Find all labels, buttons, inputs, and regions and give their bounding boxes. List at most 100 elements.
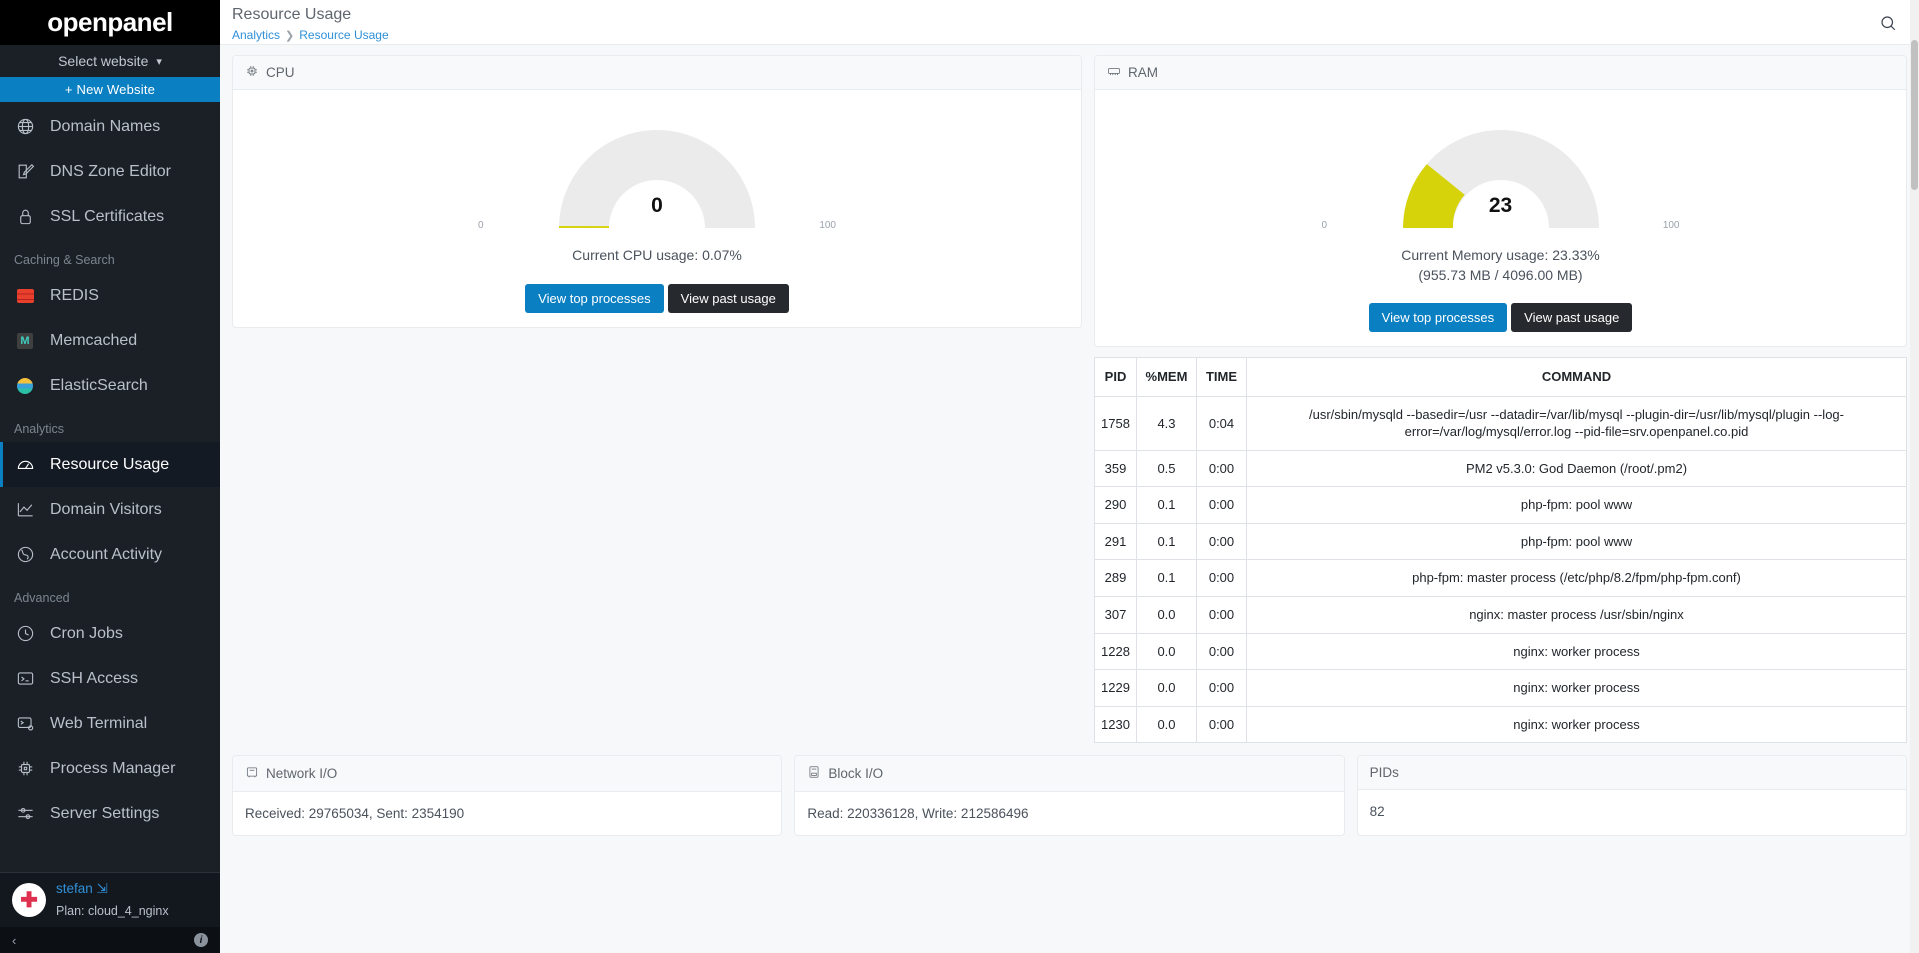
network-io-value: Received: 29765034, Sent: 2354190 (245, 806, 465, 822)
cell-mem: 0.1 (1136, 522, 1197, 561)
ram-column: RAM 23 0 100 Current Memory usage: 23.33… (1094, 55, 1907, 744)
elasticsearch-icon (14, 375, 36, 397)
cell-time: 0:00 (1196, 486, 1247, 524)
sidebar-item-cron-jobs[interactable]: Cron Jobs (0, 611, 220, 656)
ram-view-top-processes-button[interactable]: View top processes (1368, 303, 1508, 333)
table-row: 291 0.1 0:00 php-fpm: pool www (1094, 522, 1907, 561)
sidebar-item-label: Cron Jobs (50, 624, 123, 642)
hard-disk-icon (807, 765, 821, 782)
cpu-column: CPU 0 0 100 Current CPU usage: 0.07% Vie… (232, 55, 1082, 328)
table-row: 307 0.0 0:00 nginx: master process /usr/… (1094, 596, 1907, 634)
sidebar-item-label: Memcached (50, 331, 138, 349)
pids-header: PIDs (1357, 756, 1906, 791)
sidebar-item-ssh-access[interactable]: SSH Access (0, 656, 220, 701)
cpu-gauge-arc (559, 226, 609, 228)
topbar: Resource Usage Analytics ❯ Resource Usag… (220, 0, 1919, 45)
sidebar-item-domain-visitors[interactable]: Domain Visitors (0, 487, 220, 532)
page-title: Resource Usage (232, 6, 352, 23)
cell-pid: 359 (1094, 449, 1137, 488)
chevron-left-icon[interactable]: ‹ (12, 933, 16, 948)
process-table-card: PID %MEM TIME COMMAND 1758 4.3 0:04 /usr… (1094, 357, 1907, 744)
cpu-card-title: CPU (266, 65, 295, 80)
sidebar-item-account-activity[interactable]: Account Activity (0, 532, 220, 577)
user-meta: stefan ⇲ Plan: cloud_4_nginx (56, 878, 169, 921)
gauge-icon (14, 454, 36, 476)
website-selector[interactable]: Select website ▾ (0, 45, 220, 77)
sidebar-item-label: Web Terminal (50, 714, 148, 732)
sidebar-item-web-terminal[interactable]: Web Terminal (0, 701, 220, 746)
sidebar-item-process-manager[interactable]: Process Manager (0, 746, 220, 791)
cpu-card: CPU 0 0 100 Current CPU usage: 0.07% Vie… (232, 55, 1082, 328)
sidebar-item-label: Process Manager (50, 759, 176, 777)
table-header-row: PID %MEM TIME COMMAND (1094, 357, 1907, 397)
sidebar-item-domain-names[interactable]: Domain Names (0, 104, 220, 149)
cpu-view-top-processes-button[interactable]: View top processes (525, 283, 664, 313)
edit-square-icon (14, 161, 36, 183)
column-header-mem: %MEM (1136, 357, 1197, 397)
breadcrumb-analytics[interactable]: Analytics (232, 28, 280, 42)
user-panel[interactable]: ✚ stefan ⇲ Plan: cloud_4_nginx (0, 872, 220, 927)
block-io-value: Read: 220336128, Write: 212586496 (807, 806, 1029, 822)
gauges-row: CPU 0 0 100 Current CPU usage: 0.07% Vie… (232, 55, 1907, 744)
process-table-head: PID %MEM TIME COMMAND (1094, 357, 1907, 397)
user-plan: Plan: cloud_4_nginx (56, 904, 169, 918)
column-header-time: TIME (1196, 357, 1247, 397)
table-row: 289 0.1 0:00 php-fpm: master process (/e… (1094, 559, 1907, 598)
main-content: Resource Usage Analytics ❯ Resource Usag… (220, 0, 1919, 953)
cell-time: 0:00 (1196, 632, 1247, 671)
table-row: 1230 0.0 0:00 nginx: worker process (1094, 705, 1907, 744)
cpu-gauge-value: 0 (651, 194, 663, 217)
cell-time: 0:00 (1196, 596, 1247, 634)
sidebar-item-label: Domain Visitors (50, 500, 162, 518)
sidebar-nav: Domain Names DNS Zone Editor SSL Certifi… (0, 102, 220, 872)
new-website-button[interactable]: + New Website (0, 77, 220, 102)
cell-command: nginx: master process /usr/sbin/nginx (1246, 596, 1907, 634)
cpu-actions: View top processes View past usage (233, 283, 1081, 313)
sidebar-item-dns-zone-editor[interactable]: DNS Zone Editor (0, 149, 220, 194)
table-row: 1228 0.0 0:00 nginx: worker process (1094, 632, 1907, 671)
new-website-label: + New Website (64, 82, 156, 97)
cell-command: nginx: worker process (1246, 632, 1907, 671)
terminal-icon (14, 668, 36, 690)
cell-command: nginx: worker process (1246, 705, 1907, 744)
cell-mem: 0.0 (1136, 632, 1197, 671)
cell-pid: 290 (1094, 486, 1137, 524)
search-icon[interactable] (1879, 14, 1897, 37)
sidebar-item-memcached[interactable]: M Memcached (0, 318, 220, 363)
sidebar-item-label: Account Activity (50, 545, 163, 563)
brand-logo[interactable]: openpanel (0, 0, 220, 45)
cell-time: 0:04 (1196, 395, 1247, 451)
ram-gauge-wrapper: 23 0 100 Current Memory usage: 23.33% (9… (1095, 90, 1906, 346)
ram-card-title: RAM (1128, 65, 1158, 80)
cell-pid: 289 (1094, 559, 1137, 598)
page-scrollbar[interactable] (1910, 0, 1919, 953)
app-root: openpanel Select website ▾ + New Website… (0, 0, 1919, 953)
sidebar-item-elasticsearch[interactable]: ElasticSearch (0, 363, 220, 408)
content-area: CPU 0 0 100 Current CPU usage: 0.07% Vie… (220, 45, 1919, 837)
memcached-icon: M (14, 330, 36, 352)
cell-time: 0:00 (1196, 559, 1247, 598)
breadcrumb-resource-usage[interactable]: Resource Usage (299, 28, 388, 42)
cell-command: php-fpm: pool www (1246, 486, 1907, 524)
cpu-gauge-max-label: 100 (819, 220, 836, 231)
network-io-header: Network I/O (233, 756, 782, 793)
sidebar-item-label: ElasticSearch (50, 376, 148, 394)
ram-view-past-usage-button[interactable]: View past usage (1511, 303, 1633, 333)
ram-gauge-value: 23 (1488, 194, 1513, 217)
user-name[interactable]: stefan ⇲ (56, 881, 108, 896)
ram-card: RAM 23 0 100 Current Memory usage: 23.33… (1094, 55, 1907, 348)
sidebar-item-resource-usage[interactable]: Resource Usage (0, 442, 220, 487)
sidebar-item-server-settings[interactable]: Server Settings (0, 791, 220, 836)
cpu-view-past-usage-button[interactable]: View past usage (667, 283, 789, 313)
lock-icon (14, 206, 36, 228)
sidebar-item-ssl-certificates[interactable]: SSL Certificates (0, 194, 220, 239)
sidebar-item-redis[interactable]: REDIS (0, 273, 220, 318)
breadcrumb: Analytics ❯ Resource Usage (230, 28, 389, 42)
ram-gauge: 23 0 100 (1301, 108, 1701, 238)
info-icon[interactable]: i (194, 933, 208, 947)
logout-icon[interactable]: ⇲ (93, 881, 108, 896)
page-scrollbar-thumb[interactable] (1911, 40, 1918, 190)
ram-gauge-min-label: 0 (1321, 220, 1328, 231)
cpu-card-header: CPU (233, 56, 1081, 90)
block-io-header: Block I/O (795, 756, 1344, 793)
